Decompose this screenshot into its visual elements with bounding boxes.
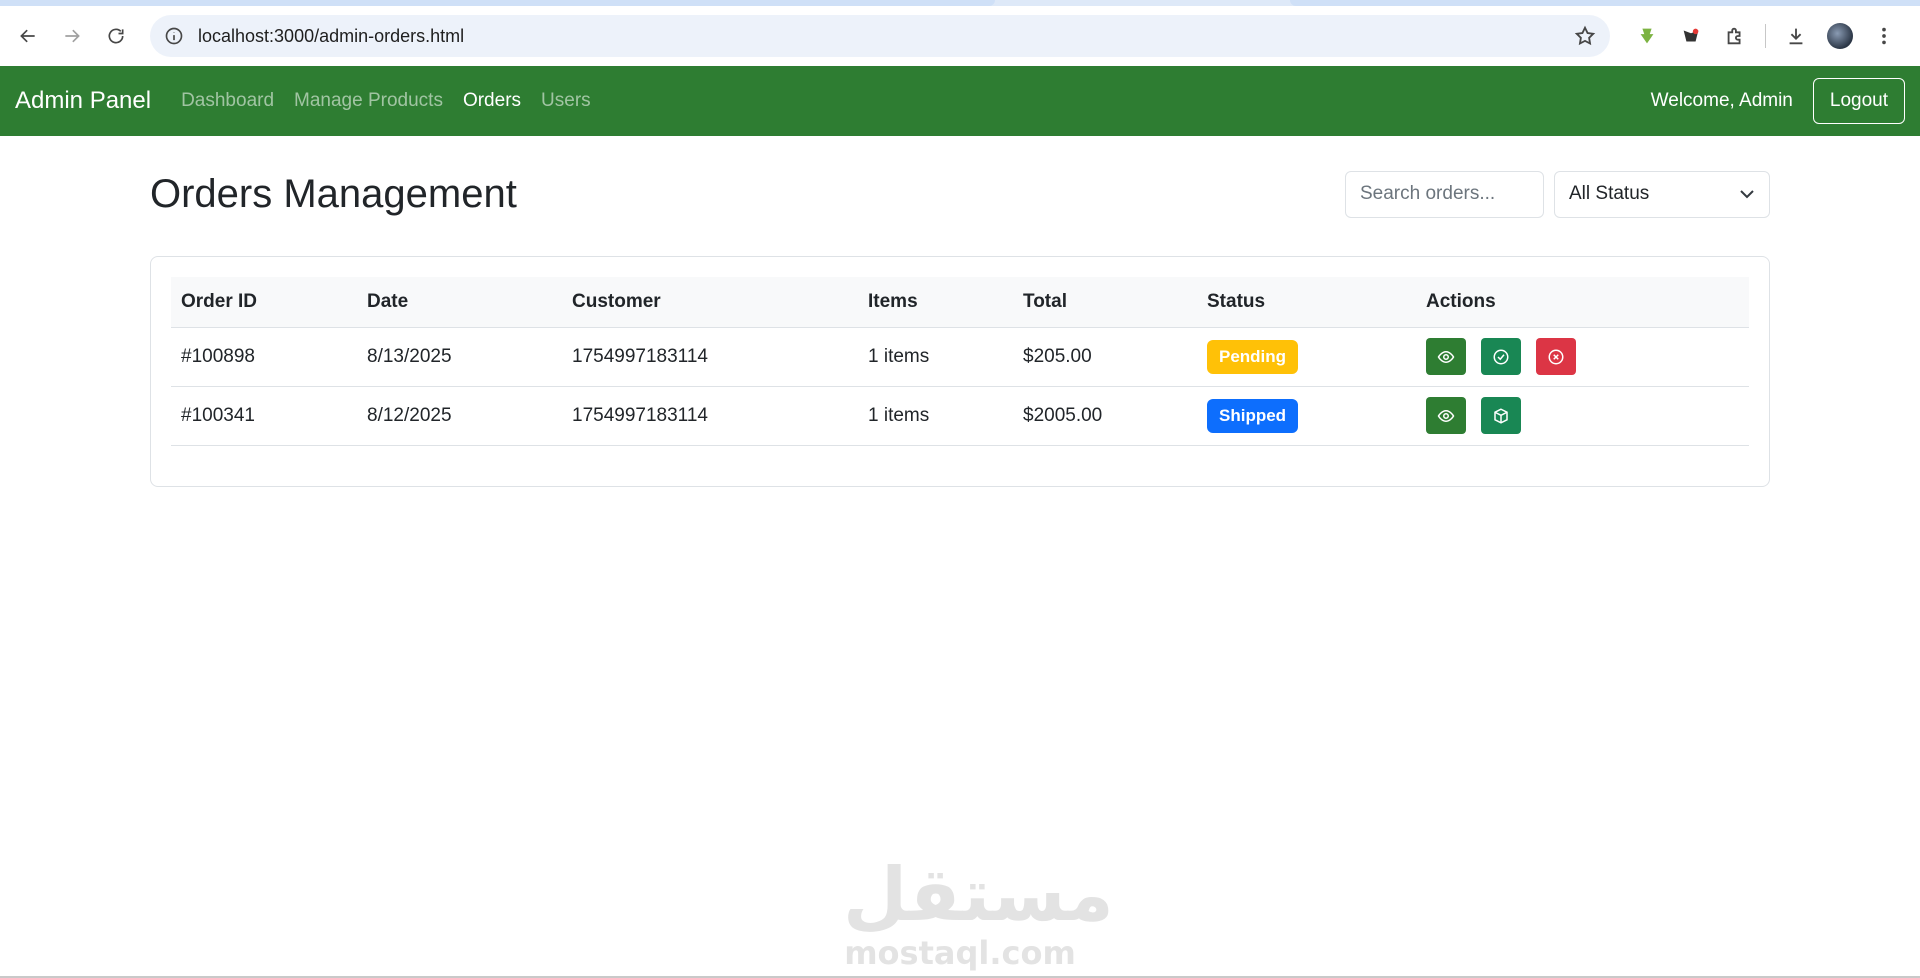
order-total: $2005.00	[1013, 386, 1197, 446]
profile-avatar[interactable]	[1818, 14, 1862, 58]
box-icon	[1494, 407, 1508, 424]
order-date: 8/12/2025	[357, 386, 562, 446]
header-date: Date	[357, 277, 562, 328]
downloads-icon[interactable]	[1774, 14, 1818, 58]
arrow-left-icon	[20, 29, 35, 43]
order-total: $205.00	[1013, 327, 1197, 387]
status-filter-select[interactable]: All Status	[1554, 170, 1770, 218]
header-order-id: Order ID	[171, 277, 357, 328]
extensions-puzzle-icon[interactable]	[1713, 14, 1757, 58]
table-header-row: Order ID Date Customer Items Total Statu…	[171, 277, 1749, 328]
status-badge: Shipped	[1207, 398, 1299, 433]
address-bar[interactable]: localhost:3000/admin-orders.html	[150, 15, 1610, 57]
cancel-order-button[interactable]	[1536, 338, 1576, 375]
reload-button[interactable]	[96, 16, 136, 56]
extensions-area	[1625, 6, 1906, 66]
logout-button[interactable]: Logout	[1812, 78, 1905, 124]
table-row: #100898 8/13/2025 1754997183114 1 items …	[171, 327, 1749, 387]
main-container: Orders Management All Status Order ID Da…	[150, 166, 1770, 487]
watermark-arabic: مستقل	[843, 852, 1114, 938]
confirm-order-button[interactable]	[1481, 338, 1521, 375]
url-text[interactable]: localhost:3000/admin-orders.html	[198, 26, 1574, 47]
table-row: #100341 8/12/2025 1754997183114 1 items …	[171, 386, 1749, 446]
order-id: #100898	[171, 327, 357, 387]
x-circle-icon	[1548, 349, 1564, 364]
status-badge: Pending	[1207, 339, 1299, 374]
back-button[interactable]	[8, 16, 48, 56]
order-items: 1 items	[858, 386, 1013, 446]
order-actions	[1416, 386, 1749, 446]
order-customer: 1754997183114	[562, 327, 858, 387]
navbar-right: Welcome, Admin Logout	[1651, 78, 1905, 124]
header-actions: Actions	[1416, 277, 1749, 328]
header-customer: Customer	[562, 277, 858, 328]
filter-controls: All Status	[1345, 170, 1770, 218]
watermark-latin: mostaql.com	[844, 934, 1076, 972]
check-circle-icon	[1493, 349, 1509, 364]
view-order-button[interactable]	[1426, 397, 1466, 434]
order-items: 1 items	[858, 327, 1013, 387]
order-date: 8/13/2025	[357, 327, 562, 387]
nav-link-orders[interactable]: Orders	[453, 90, 531, 112]
admin-navbar: Admin Panel Dashboard Manage Products Or…	[0, 66, 1920, 136]
orders-table: Order ID Date Customer Items Total Statu…	[171, 277, 1749, 446]
deliver-order-button[interactable]	[1481, 397, 1521, 434]
info-icon[interactable]	[164, 26, 184, 46]
eye-icon	[1437, 350, 1455, 363]
order-status-cell: Shipped	[1197, 386, 1416, 446]
header-status: Status	[1197, 277, 1416, 328]
toolbar-separator	[1765, 24, 1766, 48]
chevron-down-icon	[1740, 190, 1754, 199]
search-input[interactable]	[1345, 170, 1544, 218]
browser-toolbar: localhost:3000/admin-orders.html	[0, 6, 1920, 66]
nav-link-manage-products[interactable]: Manage Products	[284, 90, 453, 112]
eye-icon	[1437, 409, 1455, 422]
header-items: Items	[858, 277, 1013, 328]
order-actions	[1416, 327, 1749, 387]
order-customer: 1754997183114	[562, 386, 858, 446]
bookmark-star-icon[interactable]	[1574, 25, 1596, 47]
navbar-brand[interactable]: Admin Panel	[15, 87, 151, 115]
nav-link-dashboard[interactable]: Dashboard	[171, 90, 284, 112]
order-id: #100341	[171, 386, 357, 446]
more-menu-icon[interactable]	[1862, 14, 1906, 58]
arrow-right-icon	[65, 29, 80, 43]
extension-download-icon[interactable]	[1625, 14, 1669, 58]
header-total: Total	[1013, 277, 1197, 328]
page-title: Orders Management	[150, 171, 517, 216]
orders-card: Order ID Date Customer Items Total Statu…	[150, 256, 1770, 487]
forward-button[interactable]	[52, 16, 92, 56]
status-filter-value: All Status	[1569, 183, 1650, 204]
header-row: Orders Management All Status	[150, 166, 1770, 222]
welcome-text: Welcome, Admin	[1650, 90, 1793, 111]
view-order-button[interactable]	[1426, 338, 1466, 375]
order-status-cell: Pending	[1197, 327, 1416, 387]
extension-puzzle-dark-icon[interactable]	[1669, 14, 1713, 58]
watermark-logo: مستقل mostaql.com	[843, 852, 1114, 972]
nav-link-users[interactable]: Users	[531, 90, 601, 112]
reload-icon	[108, 28, 124, 44]
